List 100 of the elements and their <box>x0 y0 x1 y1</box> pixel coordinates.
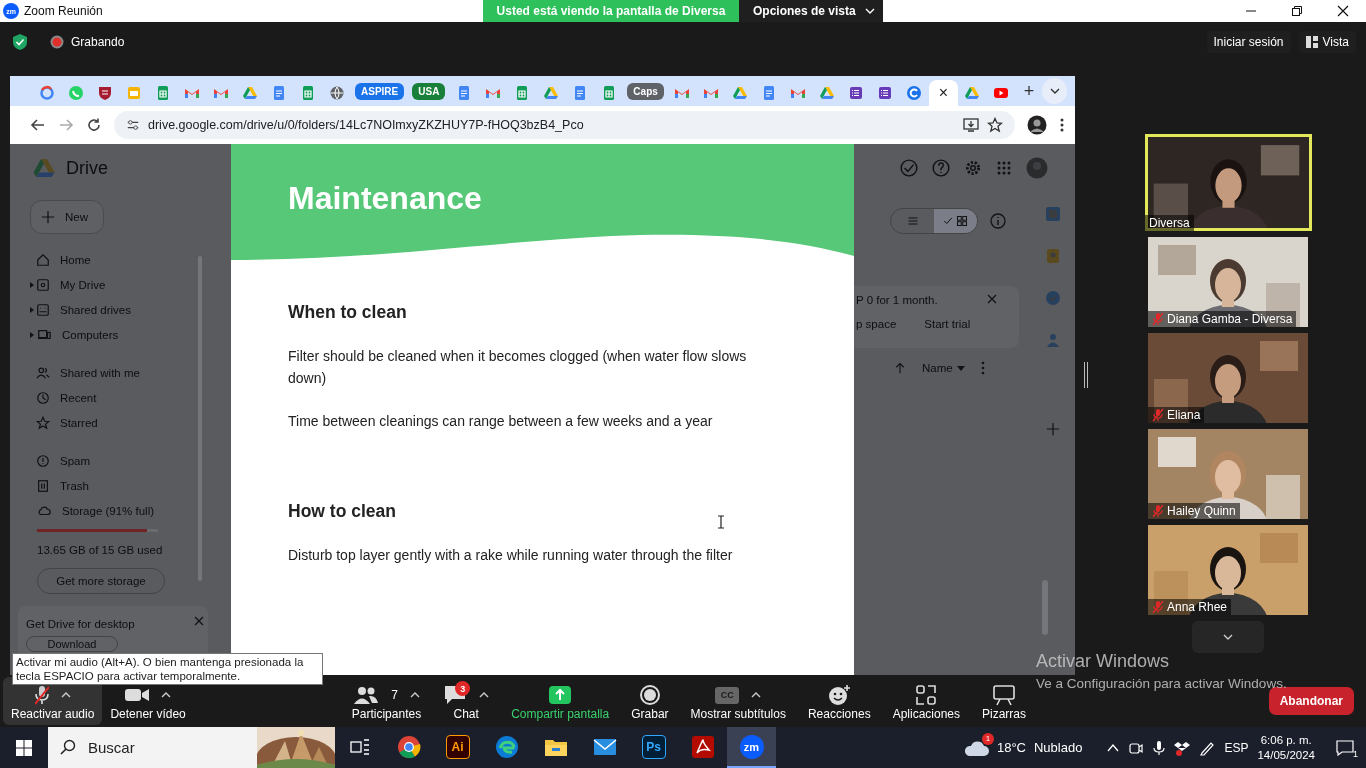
plus-icon <box>41 210 55 224</box>
search-field[interactable]: Buscar <box>48 727 257 768</box>
toolbar-button[interactable]: Pizarras <box>974 677 1035 725</box>
storage-used-text: 13.65 GB of 15 GB used <box>37 544 164 556</box>
back-icon[interactable] <box>30 117 46 133</box>
unread-badge: 3 <box>455 681 471 696</box>
resize-handle[interactable] <box>1084 362 1088 388</box>
info-icon[interactable] <box>990 213 1006 229</box>
chat-bubble-icon <box>67 85 84 101</box>
browser-icon <box>396 734 421 759</box>
apps-grid-icon <box>996 160 1012 176</box>
forward-icon[interactable] <box>58 117 74 133</box>
toolbar-button[interactable]: Grabar <box>623 677 677 725</box>
section-heading: When to clean <box>288 302 408 323</box>
calendar-icon[interactable] <box>1044 206 1061 222</box>
toolbar-button[interactable]: Aplicaciones <box>884 677 968 725</box>
toolbar-button[interactable]: 7 Participantes <box>343 677 430 725</box>
leave-button[interactable]: Abandonar <box>1268 687 1354 715</box>
paragraph: Time between cleanings can range between a few weeks and a year <box>288 412 714 431</box>
new-tab-button[interactable]: + <box>1015 80 1043 102</box>
toolbar-button[interactable]: Compartir pantalla <box>503 677 618 725</box>
play-icon <box>993 85 1010 101</box>
layout-icon <box>1305 36 1318 48</box>
search-icon <box>60 739 76 755</box>
tab-group-label[interactable]: USA <box>412 82 446 100</box>
sign-in-button[interactable]: Iniciar sesión <box>1206 31 1291 53</box>
browser-tab[interactable]: × <box>928 80 958 106</box>
muted-microphone-icon <box>1152 504 1164 518</box>
triangle-icon <box>819 85 836 101</box>
windows-logo <box>16 739 32 756</box>
tab-group-label[interactable]: Caps <box>627 82 664 100</box>
taskbar-app[interactable]: Ps <box>629 727 678 768</box>
close-icon <box>1337 5 1349 17</box>
tab-group-label[interactable]: ASPIRE <box>355 82 405 100</box>
taskbar-app[interactable]: Ai <box>433 727 482 768</box>
video-camera-icon <box>125 689 150 701</box>
app-name: Drive <box>66 157 108 179</box>
expand-arrow-icon <box>30 332 34 338</box>
apps-icon <box>915 684 938 706</box>
view-options-button[interactable]: Opciones de vista <box>739 0 883 22</box>
shield-check-icon <box>12 33 28 51</box>
close-icon[interactable] <box>987 294 997 304</box>
warning-icon <box>36 453 50 468</box>
muted-microphone-icon <box>1152 600 1164 614</box>
text-cursor-icon <box>717 515 725 529</box>
home-icon <box>36 252 50 267</box>
view-button[interactable]: Vista <box>1298 31 1356 53</box>
avatar[interactable] <box>1027 115 1047 135</box>
recording-label: Grabando <box>71 35 125 49</box>
notifications-icon[interactable] <box>1336 739 1354 756</box>
box-stack-icon[interactable] <box>1174 739 1191 756</box>
caret-icon <box>1049 88 1060 94</box>
whiteboard-icon <box>992 684 1016 706</box>
toolbar-button[interactable]: CC Mostrar subtítulos <box>682 677 794 725</box>
tune-icon <box>126 118 140 132</box>
document-swirl-icon <box>690 734 715 759</box>
microphone-icon[interactable] <box>1153 739 1166 756</box>
participant-count: 7 <box>391 688 398 702</box>
menu-icon[interactable] <box>1059 117 1065 133</box>
plus-icon[interactable] <box>1045 422 1060 436</box>
note-icon[interactable] <box>1044 248 1061 264</box>
temperature: 18°C <box>996 740 1026 755</box>
more-icon[interactable] <box>980 361 985 375</box>
weather-condition: Nublado <box>1034 740 1083 755</box>
close-icon[interactable] <box>194 616 204 626</box>
participant-name: Anna Rhee <box>1167 600 1228 614</box>
clock[interactable]: 6:06 p. m. 14/05/2024 <box>1257 732 1315 763</box>
muted-microphone-icon <box>1152 408 1164 422</box>
chevron-up-icon[interactable] <box>1107 743 1120 752</box>
install-icon[interactable] <box>963 117 979 133</box>
address-field[interactable]: drive.google.com/drive/u/0/folders/14Lc7NOImxyZKZHUY7P-fHOQ3bzB4_Pco <box>114 111 1015 139</box>
app-badge-icon: zm <box>739 734 764 759</box>
language-indicator[interactable]: ESP <box>1224 740 1249 755</box>
caret-icon <box>956 365 965 371</box>
person-icon[interactable] <box>1044 332 1061 348</box>
wave-swirl-icon <box>494 734 519 759</box>
caret-icon <box>479 692 490 698</box>
muted-microphone-icon <box>1152 312 1164 326</box>
paragraph: Filter should be cleaned when it becomes clogged (when water flow slows down) <box>288 347 748 388</box>
reload-icon[interactable] <box>86 117 102 133</box>
share-screen-icon <box>548 685 573 705</box>
smiley-plus-icon <box>827 684 852 706</box>
toolbar-button[interactable]: 3 Chat <box>435 677 498 725</box>
expand-arrow-icon <box>30 307 34 313</box>
window-title: Zoom Reunión <box>24 4 103 18</box>
app-tile-icon: Ps <box>641 734 666 759</box>
scrollbar[interactable] <box>1042 580 1048 635</box>
restore-icon <box>1292 6 1302 16</box>
toolbar-button[interactable]: Reacciones <box>799 677 879 725</box>
taskbar-app[interactable]: zm <box>727 727 776 768</box>
swirl-icon <box>906 85 923 101</box>
triangle-icon <box>241 85 258 101</box>
caret-icon <box>751 692 762 698</box>
check-circle-icon[interactable] <box>1044 290 1061 306</box>
up-arrow-icon[interactable] <box>894 362 906 374</box>
star-icon <box>36 415 50 430</box>
slide-title: Maintenance <box>288 180 483 217</box>
star-icon[interactable] <box>987 117 1003 133</box>
tab-search-button[interactable] <box>1042 78 1067 104</box>
grid-view-button[interactable] <box>934 209 977 233</box>
